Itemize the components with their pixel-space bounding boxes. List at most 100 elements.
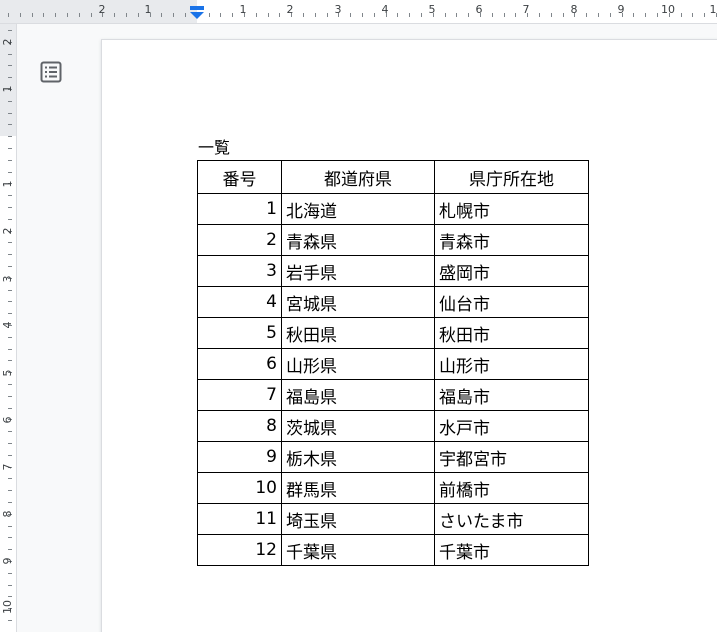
ruler-tick xyxy=(91,13,92,17)
table-row: 5 秋田県 秋田市 xyxy=(197,317,589,349)
ruler-tick xyxy=(8,396,12,397)
cell-capital[interactable]: 水戸市 xyxy=(434,410,589,442)
cell-capital[interactable]: 盛岡市 xyxy=(434,255,589,287)
ruler-tick xyxy=(8,490,12,491)
cell-number[interactable]: 12 xyxy=(197,534,282,566)
document-outline-icon xyxy=(40,61,62,83)
cell-capital[interactable]: 青森市 xyxy=(434,224,589,256)
ruler-label: 2 xyxy=(98,3,106,16)
ruler-tick xyxy=(8,290,12,291)
cell-number[interactable]: 5 xyxy=(197,317,282,349)
cell-number[interactable]: 3 xyxy=(197,255,282,287)
cell-prefecture[interactable]: 栃木県 xyxy=(281,441,435,473)
cell-prefecture[interactable]: 埼玉県 xyxy=(281,503,435,535)
cell-capital[interactable]: 前橋市 xyxy=(434,472,589,504)
column-header-capital[interactable]: 県庁所在地 xyxy=(434,160,589,194)
cell-prefecture[interactable]: 福島県 xyxy=(281,379,435,411)
cell-prefecture[interactable]: 宮城県 xyxy=(281,286,435,318)
ruler-tick xyxy=(8,207,12,208)
column-header-number[interactable]: 番号 xyxy=(197,160,282,194)
cell-capital[interactable]: 仙台市 xyxy=(434,286,589,318)
prefecture-table[interactable]: 番号 都道府県 県庁所在地 1 北海道 札幌市 2 青森県 青森市 3 岩手県 盛岡市 4 宮城県仙… xyxy=(197,160,589,566)
ruler-label: 8 xyxy=(1,510,14,518)
cell-capital[interactable]: 宇都宮市 xyxy=(434,441,589,473)
ruler-tick xyxy=(55,13,56,17)
cell-prefecture[interactable]: 茨城県 xyxy=(281,410,435,442)
cell-capital[interactable]: 千葉市 xyxy=(434,534,589,566)
ruler-label: 7 xyxy=(1,463,14,471)
ruler-tick xyxy=(468,13,469,17)
ruler-tick xyxy=(8,124,12,125)
table-header-row: 番号 都道府県 県庁所在地 xyxy=(197,160,589,194)
document-outline-button[interactable] xyxy=(37,58,65,86)
cell-number[interactable]: 4 xyxy=(197,286,282,318)
cell-prefecture[interactable]: 千葉県 xyxy=(281,534,435,566)
ruler-label: 9 xyxy=(617,3,625,16)
cell-prefecture[interactable]: 北海道 xyxy=(281,193,435,225)
table-row: 2 青森県 青森市 xyxy=(197,224,589,256)
table-row: 3 岩手県 盛岡市 xyxy=(197,255,589,287)
ruler-tick xyxy=(8,13,9,17)
ruler-tick xyxy=(633,13,634,17)
ruler-tick xyxy=(303,13,304,17)
horizontal-ruler[interactable]: 2 1 1 2 3 4 5 6 7 8 9 10 1 xyxy=(0,0,717,24)
cell-number[interactable]: 7 xyxy=(197,379,282,411)
cell-capital[interactable]: さいたま市 xyxy=(434,503,589,535)
ruler-tick xyxy=(362,13,363,17)
ruler-label: 6 xyxy=(475,3,483,16)
table-row: 6 山形県 山形市 xyxy=(197,348,589,380)
ruler-tick xyxy=(397,13,398,17)
ruler-tick xyxy=(8,195,12,196)
document-page[interactable]: 一覧 番号 都道府県 県庁所在地 1 北海道 札幌市 2 青森県 青森市 3 岩手県 盛岡市 4 宮… xyxy=(102,40,717,632)
ruler-tick xyxy=(692,13,693,17)
ruler-tick xyxy=(8,349,12,350)
indent-marker-icon[interactable] xyxy=(189,6,205,20)
ruler-label: 3 xyxy=(334,3,342,16)
cell-number[interactable]: 6 xyxy=(197,348,282,380)
ruler-tick xyxy=(421,13,422,17)
ruler-tick xyxy=(8,313,12,314)
ruler-tick xyxy=(8,101,12,102)
cell-number[interactable]: 2 xyxy=(197,224,282,256)
cell-number[interactable]: 8 xyxy=(197,410,282,442)
ruler-tick xyxy=(515,13,516,17)
ruler-tick xyxy=(645,13,646,17)
cell-capital[interactable]: 福島市 xyxy=(434,379,589,411)
cell-prefecture[interactable]: 秋田県 xyxy=(281,317,435,349)
ruler-tick xyxy=(8,384,12,385)
ruler-label: 4 xyxy=(1,321,14,329)
ruler-label: 1 xyxy=(239,3,247,16)
cell-capital[interactable]: 秋田市 xyxy=(434,317,589,349)
cell-prefecture[interactable]: 群馬県 xyxy=(281,472,435,504)
cell-number[interactable]: 10 xyxy=(197,472,282,504)
cell-number[interactable]: 1 xyxy=(197,193,282,225)
cell-prefecture[interactable]: 山形県 xyxy=(281,348,435,380)
ruler-tick xyxy=(220,13,221,17)
ruler-tick xyxy=(8,360,12,361)
cell-number[interactable]: 11 xyxy=(197,503,282,535)
vertical-ruler[interactable]: 2 1 1 2 3 4 5 6 7 8 9 10 xyxy=(0,24,17,632)
cell-capital[interactable]: 山形市 xyxy=(434,348,589,380)
cell-number[interactable]: 9 xyxy=(197,441,282,473)
ruler-tick xyxy=(138,13,139,17)
document-heading[interactable]: 一覧 xyxy=(198,138,230,158)
ruler-tick xyxy=(598,13,599,17)
ruler-tick xyxy=(539,13,540,17)
cell-prefecture[interactable]: 青森県 xyxy=(281,224,435,256)
cell-prefecture[interactable]: 岩手県 xyxy=(281,255,435,287)
ruler-tick xyxy=(8,408,12,409)
ruler-tick xyxy=(8,77,12,78)
ruler-label: 9 xyxy=(1,557,14,565)
ruler-tick xyxy=(315,13,316,17)
ruler-tick xyxy=(8,172,12,173)
ruler-tick xyxy=(8,431,12,432)
column-header-prefecture[interactable]: 都道府県 xyxy=(281,160,435,194)
ruler-tick xyxy=(704,13,705,17)
ruler-tick xyxy=(8,160,12,161)
cell-capital[interactable]: 札幌市 xyxy=(434,193,589,225)
ruler-tick xyxy=(8,537,12,538)
ruler-tick xyxy=(185,13,186,17)
ruler-tick xyxy=(8,301,12,302)
table-row: 11 埼玉県 さいたま市 xyxy=(197,503,589,535)
ruler-tick xyxy=(409,13,410,17)
